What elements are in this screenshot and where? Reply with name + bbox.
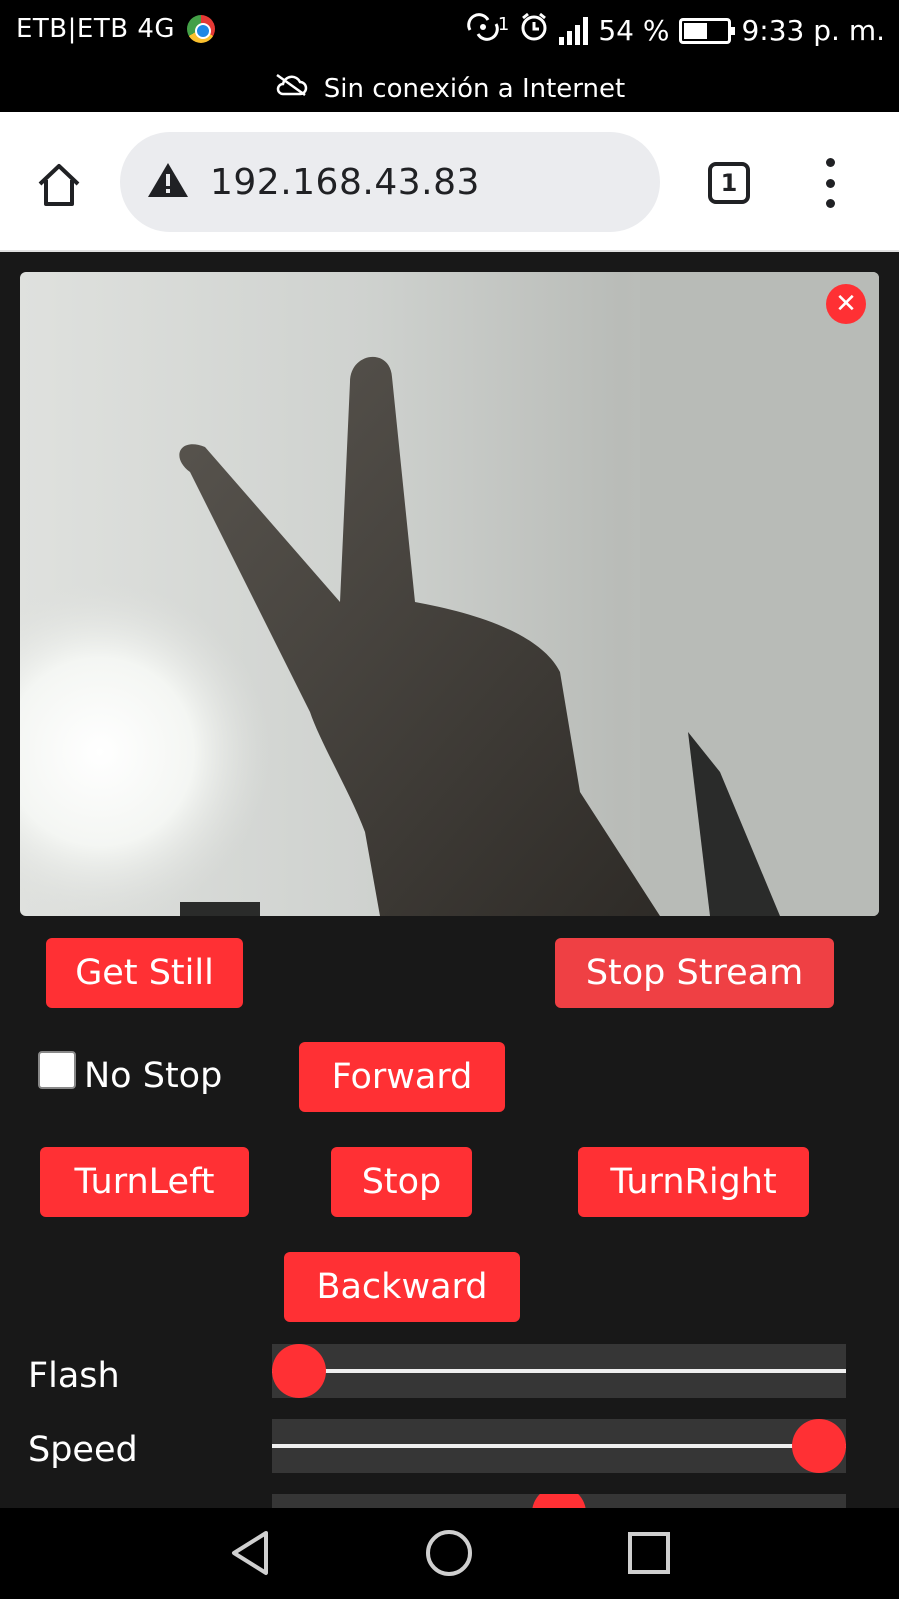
stop-stream-button[interactable]: Stop Stream — [555, 938, 834, 1008]
backward-button[interactable]: Backward — [284, 1252, 520, 1322]
status-bar: ETB|ETB 4G 1 54 % 9:33 p. m. Sin conexió… — [0, 0, 899, 112]
sync-count: 1 — [497, 14, 510, 35]
no-stop-label: No Stop — [84, 1056, 223, 1096]
flash-slider-thumb[interactable] — [272, 1344, 326, 1398]
chrome-icon — [187, 15, 216, 43]
flash-label: Flash — [28, 1356, 120, 1396]
battery-icon — [679, 17, 736, 44]
stop-button[interactable]: Stop — [331, 1147, 472, 1217]
camera-stream — [20, 272, 879, 916]
speed-slider-track — [272, 1444, 846, 1448]
close-icon[interactable]: ✕ — [826, 284, 866, 324]
third-slider[interactable] — [272, 1494, 846, 1508]
home-icon[interactable] — [34, 160, 84, 210]
system-nav-bar — [0, 1508, 899, 1599]
speed-slider-thumb[interactable] — [792, 1419, 846, 1473]
offline-banner: Sin conexión a Internet — [0, 72, 899, 105]
url-text[interactable]: 192.168.43.83 — [210, 162, 480, 203]
clock: 9:33 p. m. — [741, 14, 885, 47]
carrier-label: ETB|ETB 4G — [16, 14, 176, 44]
forward-button[interactable]: Forward — [299, 1042, 505, 1112]
status-right: 1 54 % 9:33 p. m. — [466, 12, 885, 49]
battery-percent: 54 % — [598, 14, 670, 47]
offline-text: Sin conexión a Internet — [323, 73, 626, 104]
third-slider-thumb[interactable] — [532, 1494, 586, 1508]
status-left: ETB|ETB 4G — [16, 14, 216, 44]
warning-icon[interactable] — [146, 161, 190, 203]
no-stop-checkbox[interactable] — [38, 1051, 76, 1089]
recents-icon[interactable] — [624, 1528, 674, 1578]
browser-toolbar: 192.168.43.83 1 — [0, 112, 899, 252]
back-icon[interactable] — [226, 1528, 276, 1578]
alarm-icon — [519, 12, 549, 49]
turn-right-button[interactable]: TurnRight — [578, 1147, 809, 1217]
flash-slider-track — [272, 1369, 846, 1373]
stream-image — [20, 272, 879, 916]
no-stop-option[interactable]: No Stop — [38, 1051, 223, 1096]
home-circle-icon[interactable] — [424, 1528, 474, 1578]
more-vert-icon[interactable] — [818, 158, 842, 208]
tab-switcher-button[interactable]: 1 — [708, 162, 750, 204]
url-bar[interactable]: 192.168.43.83 — [120, 132, 660, 232]
turn-left-button[interactable]: TurnLeft — [40, 1147, 249, 1217]
sync-icon — [466, 12, 500, 49]
cloud-off-icon — [274, 72, 308, 105]
get-still-button[interactable]: Get Still — [46, 938, 243, 1008]
flash-slider[interactable] — [272, 1344, 846, 1398]
speed-slider[interactable] — [272, 1419, 846, 1473]
speed-label: Speed — [28, 1430, 138, 1470]
signal-icon — [559, 16, 589, 45]
